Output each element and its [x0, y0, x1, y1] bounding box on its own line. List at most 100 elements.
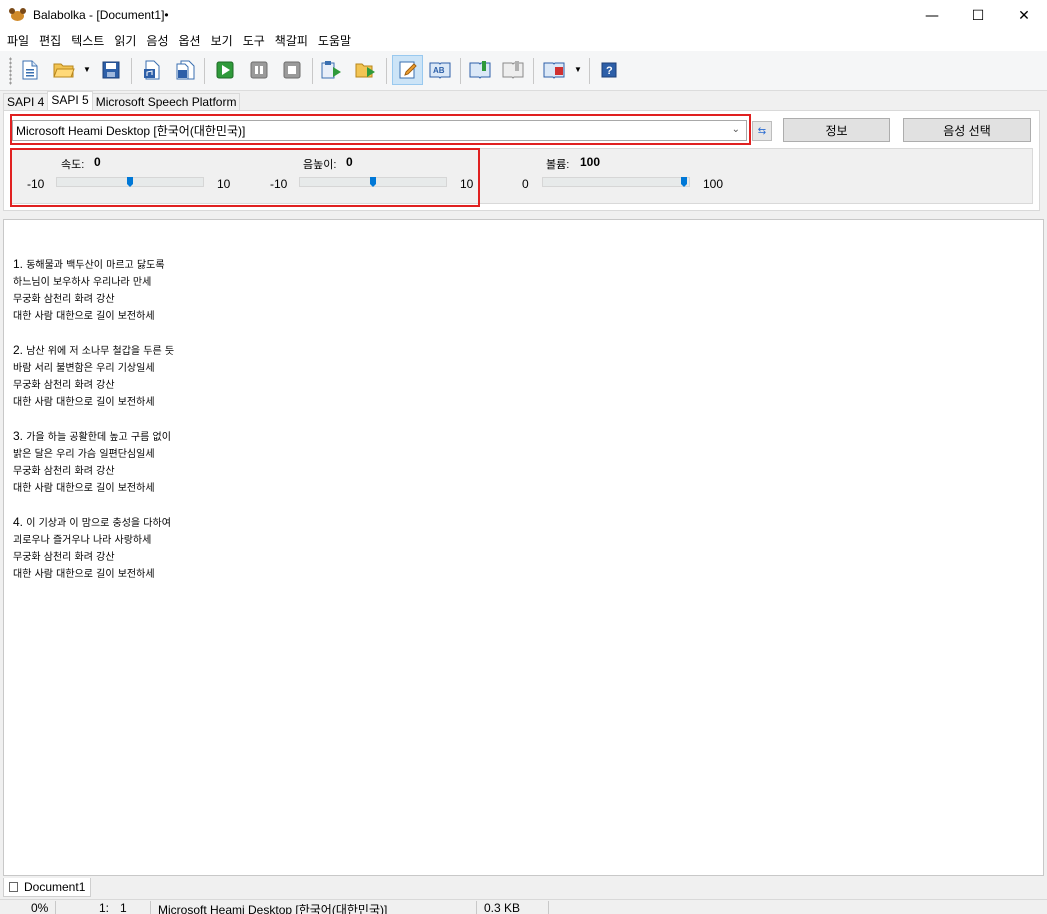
text-editor[interactable]: 1. 동해물과 백두산이 마르고 닳도록 하느님이 보우하사 우리나라 만세 무…	[3, 219, 1044, 876]
verse-line: 동해물과 백두산이 마르고 닳도록	[26, 260, 165, 271]
pause-icon[interactable]	[246, 57, 272, 83]
verse-line: 대한 사람 대한으로 길이 보전하세	[13, 397, 155, 408]
status-progress: 0%	[31, 901, 49, 914]
bookmark-add-icon[interactable]	[467, 57, 493, 83]
volume-label: 볼륨:	[546, 159, 570, 171]
menu-edit[interactable]: 편집	[34, 31, 66, 51]
tab-sapi5[interactable]: SAPI 5	[47, 91, 93, 111]
bookmark-icon[interactable]	[500, 57, 526, 83]
volume-value: 100	[580, 155, 601, 169]
verse-number: 3.	[13, 429, 24, 443]
verse: 2. 남산 위에 저 소나무 철갑을 두른 듯 바람 서리 불변함은 우리 기상…	[13, 342, 174, 411]
toolbar-separator	[312, 58, 313, 84]
window-title: Balabolka - [Document1]•	[33, 8, 169, 22]
menu-bookmarks[interactable]: 책갈피	[270, 31, 313, 51]
read-file-icon[interactable]	[353, 57, 379, 83]
menu-file[interactable]: 파일	[2, 31, 34, 51]
status-size: 0.3 KB	[484, 901, 521, 914]
tab-sapi4[interactable]: SAPI 4	[3, 93, 49, 111]
info-button[interactable]: 정보	[783, 118, 890, 142]
close-button[interactable]: ✕	[1001, 0, 1047, 31]
status-separator	[476, 901, 477, 914]
menu-voice[interactable]: 음성	[141, 31, 173, 51]
engine-tabs: SAPI 4 SAPI 5 Microsoft Speech Platform	[3, 91, 241, 111]
verse-line: 무궁화 삼천리 화려 강산	[13, 466, 115, 477]
toolbar: ▼ AB ▼ ?	[0, 51, 1047, 91]
menu-help[interactable]: 도움말	[313, 31, 356, 51]
refresh-voices-icon[interactable]: ⇆	[752, 121, 772, 141]
batch-export-icon[interactable]	[172, 57, 198, 83]
svg-text:AB: AB	[433, 66, 445, 75]
menu-text[interactable]: 텍스트	[66, 31, 109, 51]
verse-number: 2.	[13, 343, 24, 357]
toolbar-separator	[460, 58, 461, 84]
params-highlight-box	[10, 148, 480, 207]
stop-icon[interactable]	[279, 57, 305, 83]
status-separator	[548, 901, 549, 914]
toolbar-grip[interactable]	[9, 57, 12, 85]
verse: 4. 이 기상과 이 맘으로 충성을 다하여 괴로우나 즐거우나 나라 사랑하세…	[13, 514, 174, 583]
svg-text:?: ?	[606, 65, 613, 77]
open-dropdown-arrow[interactable]: ▼	[83, 65, 91, 74]
balabolka-app-icon	[9, 8, 27, 22]
play-icon[interactable]	[212, 57, 238, 83]
volume-max: 100	[703, 177, 724, 191]
verse-number: 4.	[13, 515, 24, 529]
status-separator	[55, 901, 56, 914]
toolbar-separator	[204, 58, 205, 84]
status-bar: 0% 1: 1 Microsoft Heami Desktop [한국어(대한민…	[0, 899, 1047, 914]
open-folder-icon[interactable]	[51, 57, 77, 83]
status-separator	[150, 901, 151, 914]
dictionary-icon[interactable]	[541, 57, 567, 83]
menu-tools[interactable]: 도구	[238, 31, 270, 51]
document-tab-label: Document1	[24, 880, 86, 894]
verse-line: 대한 사람 대한으로 길이 보전하세	[13, 483, 155, 494]
tab-speech-platform[interactable]: Microsoft Speech Platform	[91, 93, 241, 111]
verse-line: 무궁화 삼천리 화려 강산	[13, 294, 115, 305]
verse-line: 이 기상과 이 맘으로 충성을 다하여	[26, 518, 171, 529]
verse-line: 가을 하늘 공활한데 높고 구름 없이	[26, 432, 171, 443]
verse-number: 1.	[13, 257, 24, 271]
toolbar-separator	[533, 58, 534, 84]
status-line: 1:	[99, 901, 110, 914]
verse-line: 바람 서리 불변함은 우리 기상일세	[13, 363, 155, 374]
verse-line: 밝은 달은 우리 가슴 일편단심일세	[13, 449, 155, 460]
document-tab[interactable]: Document1	[3, 878, 91, 897]
document-icon	[9, 882, 18, 892]
verse-line: 하느님이 보우하사 우리나라 만세	[13, 277, 152, 288]
verse-line: 대한 사람 대한으로 길이 보전하세	[13, 311, 155, 322]
verse-line: 무궁화 삼천리 화려 강산	[13, 380, 115, 391]
toolbar-separator	[386, 58, 387, 84]
verse-line: 남산 위에 저 소나무 철갑을 두른 듯	[26, 346, 175, 357]
toolbar-separator	[131, 58, 132, 84]
volume-slider[interactable]	[542, 177, 690, 187]
verse-line: 괴로우나 즐거우나 나라 사랑하세	[13, 535, 152, 546]
volume-slider-ticks	[545, 187, 690, 189]
spell-check-icon[interactable]: AB	[427, 57, 453, 83]
maximize-button[interactable]: ☐	[955, 0, 1001, 31]
menu-bar: 파일 편집 텍스트 읽기 음성 옵션 보기 도구 책갈피 도움말	[0, 31, 1047, 51]
dictionary-dropdown-arrow[interactable]: ▼	[574, 65, 582, 74]
title-bar: Balabolka - [Document1]• — ☐ ✕	[0, 0, 1047, 31]
voice-highlight-box	[10, 114, 751, 145]
edit-text-icon[interactable]	[392, 55, 423, 85]
menu-options[interactable]: 옵션	[174, 31, 206, 51]
minimize-button[interactable]: —	[909, 0, 955, 31]
new-document-icon[interactable]	[17, 57, 43, 83]
status-column: 1	[120, 901, 127, 914]
verse-line: 대한 사람 대한으로 길이 보전하세	[13, 569, 155, 580]
export-audio-icon[interactable]	[139, 57, 165, 83]
read-clipboard-icon[interactable]	[319, 57, 345, 83]
document-text: 1. 동해물과 백두산이 마르고 닳도록 하느님이 보우하사 우리나라 만세 무…	[13, 256, 174, 600]
volume-min: 0	[522, 177, 529, 191]
verse: 3. 가을 하늘 공활한데 높고 구름 없이 밝은 달은 우리 가슴 일편단심일…	[13, 428, 174, 497]
verse-line: 무궁화 삼천리 화려 강산	[13, 552, 115, 563]
menu-view[interactable]: 보기	[206, 31, 238, 51]
verse: 1. 동해물과 백두산이 마르고 닳도록 하느님이 보우하사 우리나라 만세 무…	[13, 256, 174, 325]
status-voice: Microsoft Heami Desktop [한국어(대한민국)]	[158, 903, 388, 914]
save-icon[interactable]	[98, 57, 124, 83]
select-voice-button[interactable]: 음성 선택	[903, 118, 1031, 142]
help-icon[interactable]: ?	[596, 57, 622, 83]
toolbar-separator	[589, 58, 590, 84]
menu-read[interactable]: 읽기	[109, 31, 141, 51]
